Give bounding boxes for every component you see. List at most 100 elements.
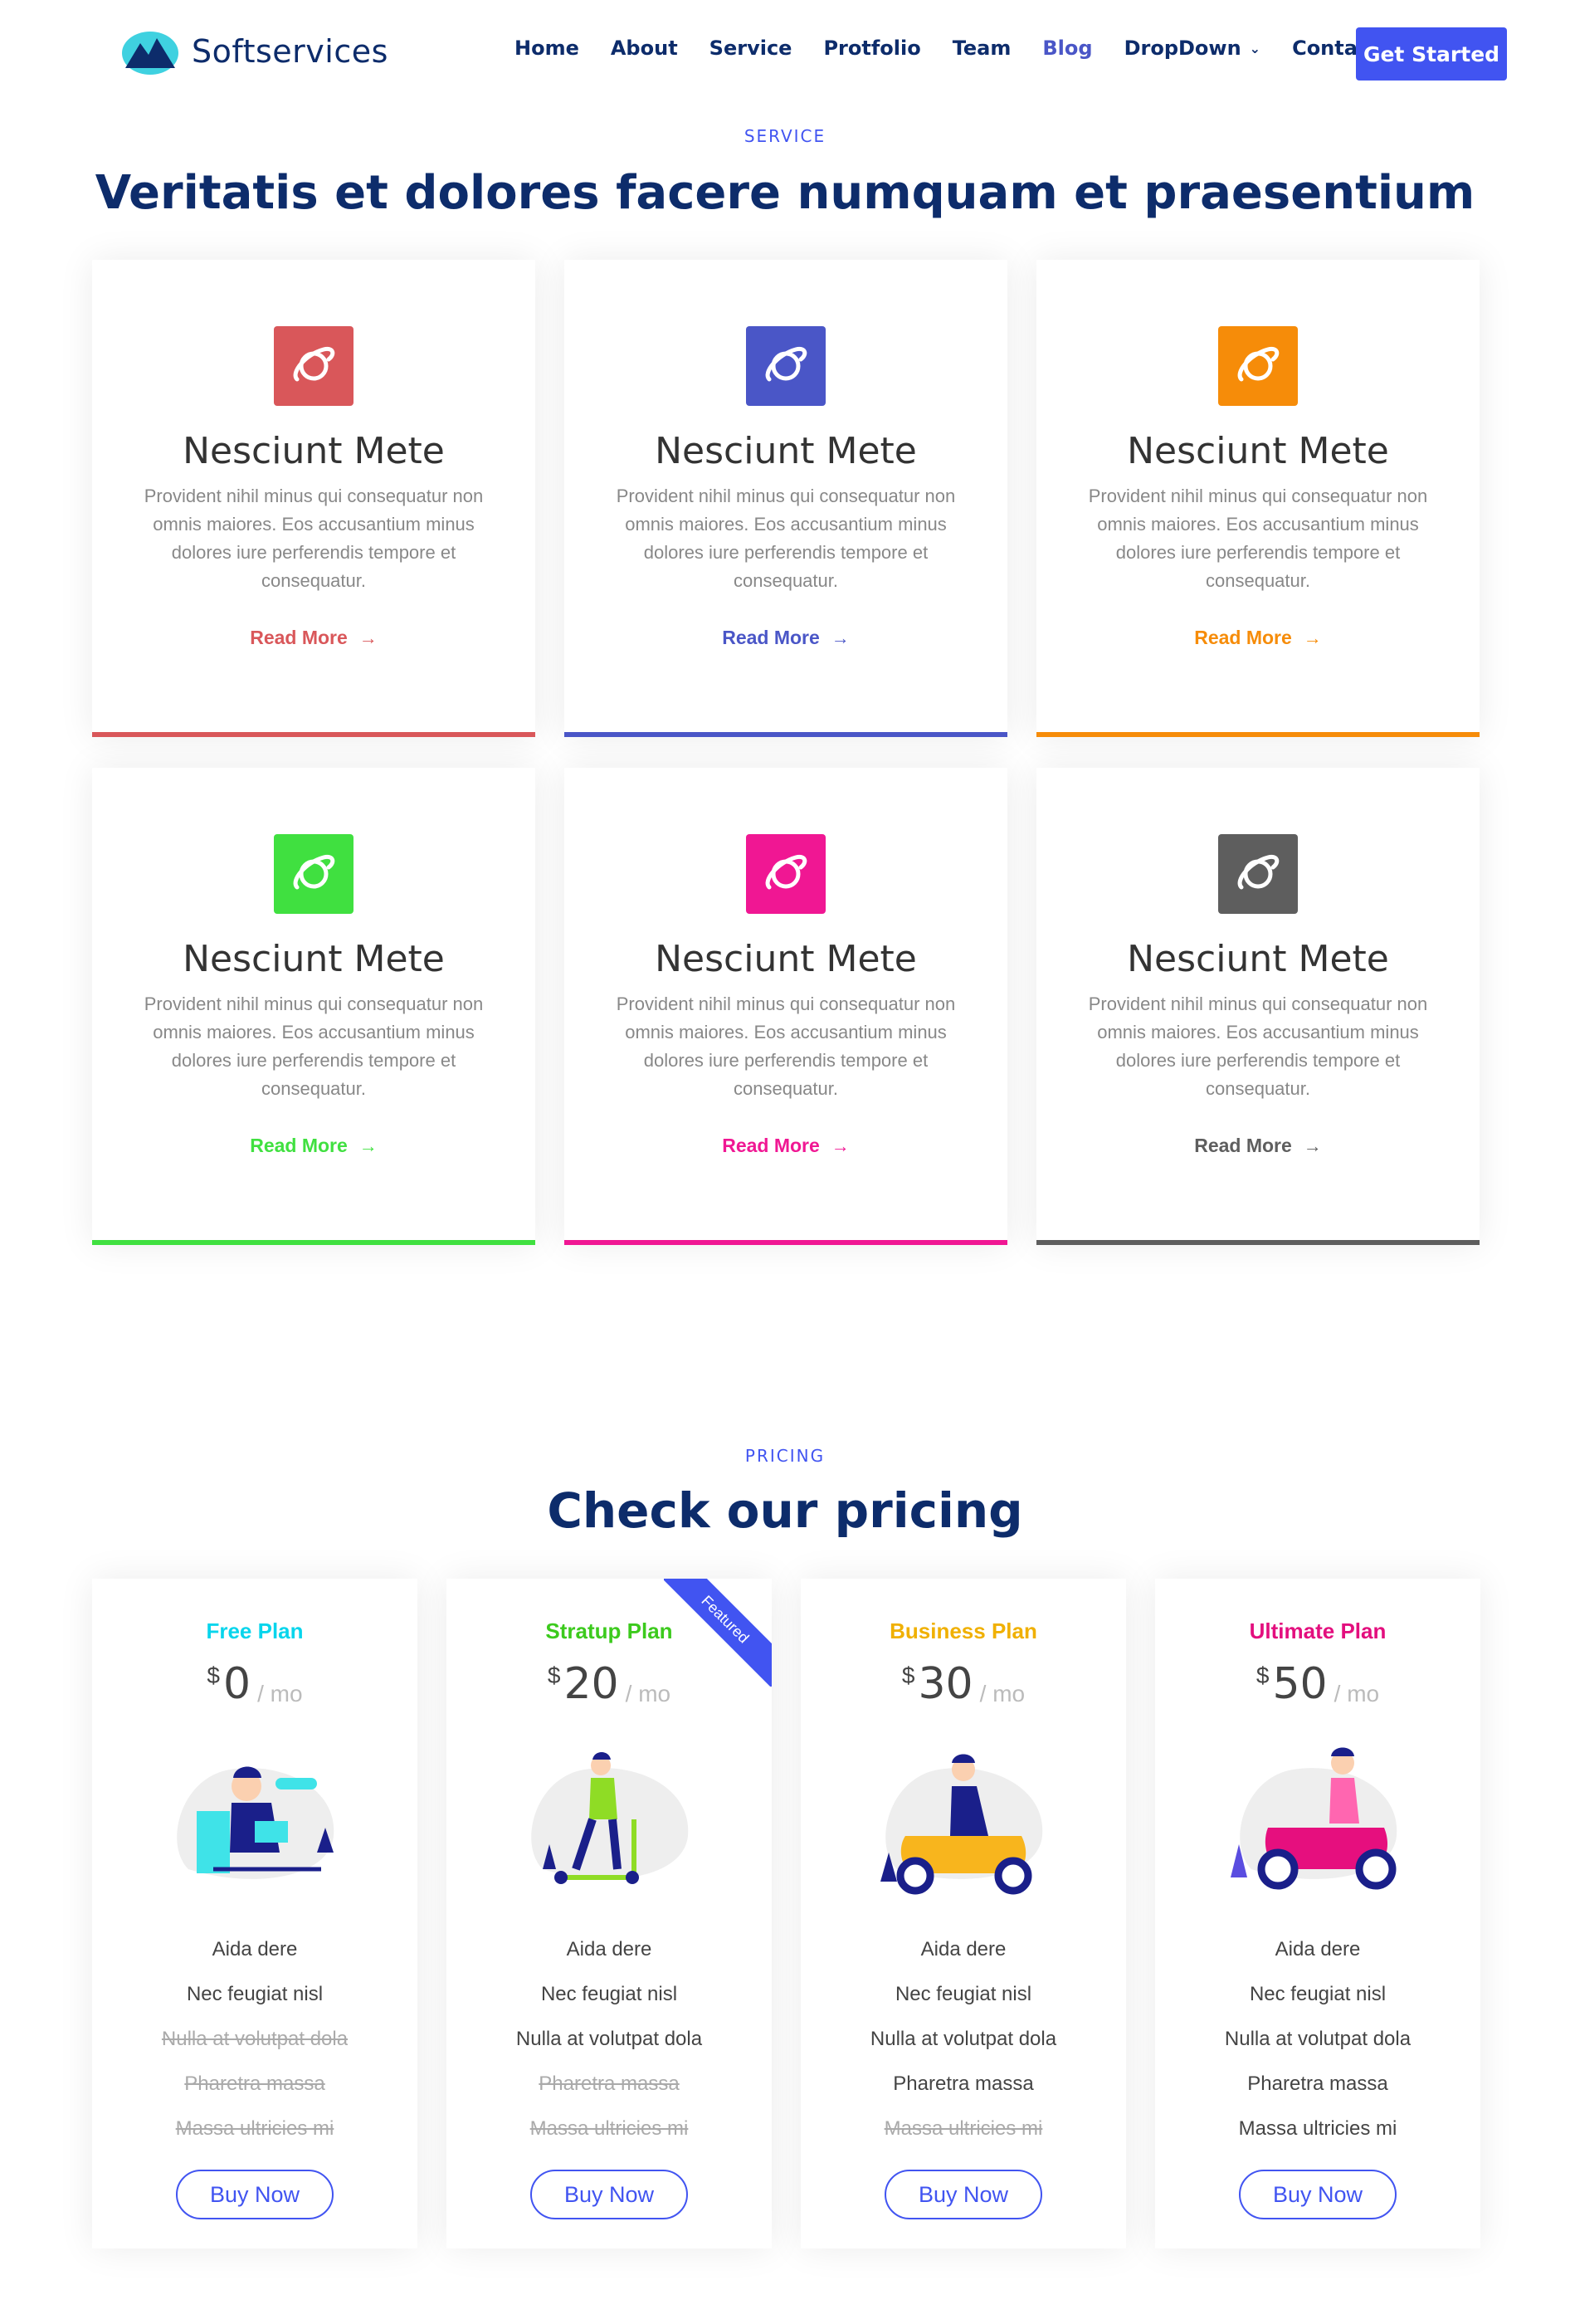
- planet-icon: [274, 326, 353, 406]
- price-amount: 20: [563, 1659, 619, 1709]
- service-section-label: SERVICE: [744, 126, 826, 146]
- price-amount: 0: [223, 1659, 251, 1709]
- plan-feature: Pharetra massa: [539, 2073, 680, 2095]
- read-more-link[interactable]: Read More →: [92, 627, 535, 649]
- plan-feature: Pharetra massa: [893, 2073, 1034, 2095]
- main-nav: Home About Service Protfolio Team Blog D…: [514, 37, 1411, 60]
- site-header: Softservices Home About Service Protfoli…: [0, 0, 1570, 108]
- read-more-link[interactable]: Read More →: [92, 1135, 535, 1157]
- buy-now-button[interactable]: Buy Now: [176, 2170, 334, 2219]
- planet-icon: [1218, 834, 1298, 914]
- service-description: Provident nihil minus qui consequatur no…: [144, 994, 484, 1099]
- service-title: Nesciunt Mete: [1127, 430, 1389, 472]
- read-more-label: Read More: [250, 627, 348, 648]
- price-period: / mo: [1334, 1681, 1380, 1706]
- nav-dropdown[interactable]: DropDown ⌄: [1124, 37, 1261, 60]
- plan-price: $50/ mo: [1155, 1658, 1480, 1711]
- buy-now-button[interactable]: Buy Now: [1239, 2170, 1397, 2219]
- price-period: / mo: [979, 1681, 1026, 1706]
- price-currency: $: [901, 1662, 915, 1688]
- nav-service[interactable]: Service: [709, 37, 792, 60]
- service-description: Provident nihil minus qui consequatur no…: [144, 486, 484, 591]
- pricing-section-label: PRICING: [744, 1446, 826, 1466]
- plan-feature: Pharetra massa: [184, 2073, 325, 2095]
- plan-features: Aida dere Nec feugiat nisl Nulla at volutp…: [1155, 1927, 1480, 2151]
- plan-feature: Aida dere: [566, 1938, 652, 1960]
- plan-name: Stratup Plan: [545, 1618, 673, 1643]
- nav-portfolio[interactable]: Protfolio: [823, 37, 920, 60]
- plan-feature: Massa ultricies mi: [1238, 2117, 1397, 2140]
- brand-name: Softservices: [192, 33, 388, 70]
- buy-now-button[interactable]: Buy Now: [885, 2170, 1042, 2219]
- service-title: Nesciunt Mete: [655, 430, 917, 472]
- brand-logo[interactable]: Softservices: [120, 25, 388, 78]
- read-more-label: Read More: [722, 1135, 820, 1156]
- planet-icon: [746, 326, 826, 406]
- service-title: Nesciunt Mete: [1127, 938, 1389, 980]
- service-card-accent-bar: [1036, 1240, 1480, 1245]
- service-card: Nesciunt Mete Provident nihil minus qui c…: [92, 260, 535, 737]
- read-more-link[interactable]: Read More →: [564, 627, 1007, 649]
- plan-feature: Nec feugiat nisl: [895, 1983, 1032, 2005]
- read-more-label: Read More: [250, 1135, 348, 1156]
- nav-team[interactable]: Team: [953, 37, 1012, 60]
- service-card: Nesciunt Mete Provident nihil minus qui c…: [564, 260, 1007, 737]
- service-card-accent-bar: [564, 732, 1007, 737]
- service-card: Nesciunt Mete Provident nihil minus qui c…: [1036, 260, 1480, 737]
- nav-blog[interactable]: Blog: [1042, 37, 1092, 60]
- pricing-card: Featured Stratup Plan $20/ mo Aida dere Nec …: [446, 1579, 772, 2248]
- nav-home[interactable]: Home: [514, 37, 579, 60]
- scooter-rider-illustration: [531, 1752, 689, 1884]
- nav-about[interactable]: About: [611, 37, 678, 60]
- planet-icon: [1218, 326, 1298, 406]
- service-card-accent-bar: [564, 1240, 1007, 1245]
- price-period: / mo: [257, 1681, 303, 1706]
- service-description: Provident nihil minus qui consequatur no…: [616, 486, 956, 591]
- plan-feature: Nec feugiat nisl: [540, 1983, 678, 2005]
- arrow-right-icon: →: [831, 1135, 850, 1156]
- service-card-accent-bar: [92, 1240, 535, 1245]
- plan-feature: Nec feugiat nisl: [186, 1983, 324, 2005]
- pricing-card: Business Plan $30/ mo Aida dere Nec feugiat…: [801, 1579, 1126, 2248]
- read-more-link[interactable]: Read More →: [1036, 1135, 1480, 1157]
- nav-dropdown-label: DropDown: [1124, 37, 1241, 60]
- plan-feature: Massa ultricies mi: [175, 2117, 334, 2140]
- plan-feature: Aida dere: [1275, 1938, 1361, 1960]
- motorbike-rider-illustration: [1231, 1747, 1397, 1890]
- plan-feature: Nec feugiat nisl: [1249, 1983, 1387, 2005]
- plan-feature: Pharetra massa: [1247, 2073, 1388, 2095]
- service-description: Provident nihil minus qui consequatur no…: [1088, 994, 1428, 1099]
- chevron-down-icon: ⌄: [1249, 40, 1261, 56]
- plan-price: $0/ mo: [92, 1658, 417, 1711]
- plan-feature: Nulla at volutpat dola: [1224, 2028, 1412, 2050]
- price-currency: $: [547, 1662, 561, 1688]
- service-card: Nesciunt Mete Provident nihil minus qui c…: [1036, 768, 1480, 1245]
- plan-name: Business Plan: [890, 1618, 1037, 1643]
- read-more-label: Read More: [722, 627, 820, 648]
- plan-feature: Massa ultricies mi: [529, 2117, 689, 2140]
- planet-icon: [746, 834, 826, 914]
- price-amount: 30: [918, 1659, 973, 1709]
- plan-feature: Nulla at volutpat dola: [515, 2028, 703, 2050]
- get-started-button[interactable]: Get Started: [1356, 27, 1507, 81]
- read-more-link[interactable]: Read More →: [564, 1135, 1007, 1157]
- service-title: Nesciunt Mete: [183, 430, 445, 472]
- plan-features: Aida dere Nec feugiat nisl Nulla at volutp…: [801, 1927, 1126, 2151]
- price-currency: $: [207, 1662, 220, 1688]
- planet-icon: [274, 834, 353, 914]
- service-description: Provident nihil minus qui consequatur no…: [616, 994, 956, 1099]
- price-amount: 50: [1272, 1659, 1328, 1709]
- service-card: Nesciunt Mete Provident nihil minus qui c…: [92, 768, 535, 1245]
- person-at-desk-illustration: [177, 1766, 334, 1879]
- price-currency: $: [1256, 1662, 1270, 1688]
- read-more-link[interactable]: Read More →: [1036, 627, 1480, 649]
- plan-name: Free Plan: [206, 1618, 304, 1643]
- service-card-accent-bar: [1036, 732, 1480, 737]
- service-card: Nesciunt Mete Provident nihil minus qui c…: [564, 768, 1007, 1245]
- plan-features: Aida dere Nec feugiat nisl Nulla at volutp…: [446, 1927, 772, 2151]
- read-more-label: Read More: [1194, 627, 1292, 648]
- buy-now-button[interactable]: Buy Now: [530, 2170, 688, 2219]
- plan-feature: Nulla at volutpat dola: [161, 2028, 349, 2050]
- price-period: / mo: [625, 1681, 671, 1706]
- arrow-right-icon: →: [831, 627, 850, 648]
